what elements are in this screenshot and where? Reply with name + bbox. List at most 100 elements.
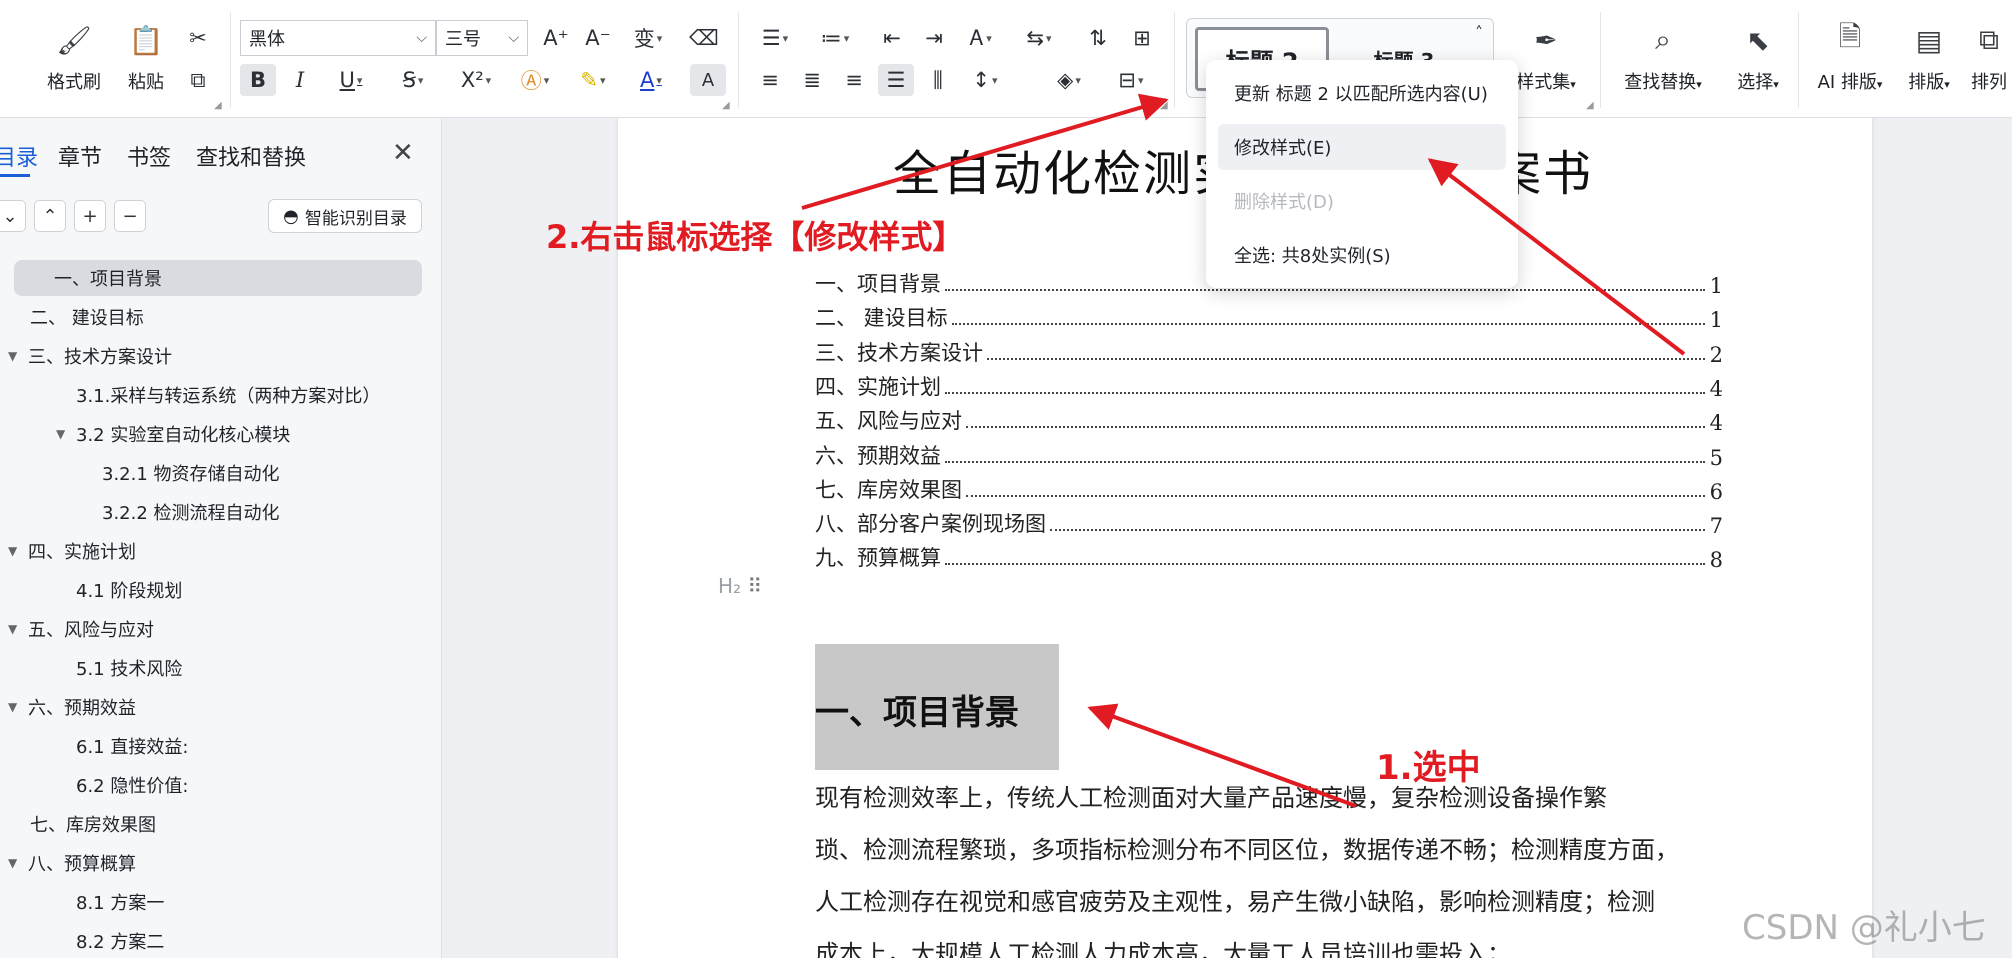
close-icon[interactable]: ✕ [392,138,414,168]
select-button[interactable]: ⬉ 选择▾ [1728,20,1788,100]
align-left-icon[interactable]: ≡ [752,64,788,96]
show-marks-icon[interactable]: ⊞ [1124,22,1160,54]
sort-icon[interactable]: ⇅ [1080,22,1116,54]
nav-toc-item[interactable]: 6.1 直接效益: [0,728,442,764]
paragraph-line[interactable]: 现有检测效率上，传统人工检测面对大量产品速度慢，复杂检测设备操作繁 [815,778,1727,813]
distribute-icon[interactable]: ⫼ [920,64,956,96]
nav-toc-item[interactable]: ▼ 3.2 实验室自动化核心模块 [0,416,442,452]
add-heading-icon[interactable]: + [74,200,106,232]
nav-toc-item[interactable]: ▼ 四、实施计划 [0,533,442,569]
document-toc-line[interactable]: 七、库房效果图 6 [815,470,1723,504]
paragraph-line[interactable]: 琐、检测流程繁琐，多项指标检测分布不同区位，数据传递不畅；检测精度方面， [815,830,1727,865]
italic-button[interactable]: I [282,64,318,96]
justify-icon[interactable]: ☰ [878,64,914,96]
nav-toc-item[interactable]: 6.2 隐性价值: [0,767,442,803]
nav-toc-item[interactable]: 4.1 阶段规划 [0,572,442,608]
shrink-font-button[interactable]: A⁻ [580,22,616,54]
decrease-indent-icon[interactable]: ⇤ [874,22,910,54]
borders-icon[interactable]: ⊟ ▾ [1108,64,1154,96]
tab-bookmarks[interactable]: 书签 [127,140,171,172]
select-all-instances-menu-item[interactable]: 全选: 共8处实例(S) [1218,232,1506,278]
heading-level-badge[interactable]: H₂ ⠿ [718,574,762,598]
nav-toc-item[interactable]: ▼ 五、风险与应对 [0,611,442,647]
document-toc-line[interactable]: 三、技术方案设计 2 [815,333,1723,367]
nav-toc-item[interactable]: 5.1 技术风险 [0,650,442,686]
heading-1-project-background[interactable]: 一、项目背景 [815,685,1019,734]
paragraph-line[interactable]: 成本上，大规模人工检测人力成本高，大量工人员培训也需投入； [815,934,1727,958]
nav-toc-item[interactable]: ▼ 六、预期效益 [0,689,442,725]
document-toc-line[interactable]: 六、预期效益 5 [815,436,1723,470]
clear-format-icon[interactable]: ⌫ [686,22,722,54]
document-toc-line[interactable]: 九、预算概算 8 [815,538,1723,572]
nav-toc-item[interactable]: 一、项目背景 [0,260,442,296]
align-right-icon[interactable]: ≡ [836,64,872,96]
drag-handle-icon[interactable]: ⠿ [747,574,762,598]
smart-toc-button[interactable]: ◓ 智能识别目录 [268,199,422,233]
expand-caret-icon[interactable]: ▼ [8,349,17,363]
tab-toc[interactable]: 目录 [0,140,38,172]
expand-caret-icon[interactable]: ▼ [8,700,17,714]
tab-chapters[interactable]: 章节 [58,140,102,172]
modify-style-menu-item[interactable]: 修改样式(E) [1218,124,1506,170]
promote-heading-icon[interactable]: ⌃ [34,200,66,232]
text-direction-icon[interactable]: Ꭺ ▾ [958,22,1004,54]
find-replace-button[interactable]: ⌕ 查找替换▾ [1618,20,1708,100]
expand-caret-icon[interactable]: ▼ [8,856,17,870]
nav-toc-item[interactable]: ▼ 八、预算概算 [0,845,442,881]
remove-heading-icon[interactable]: − [114,200,146,232]
ai-layout-button[interactable]: 🗎 AI 排版▾ [1812,20,1888,100]
nav-toc-item[interactable]: 3.2.1 物资存储自动化 [0,455,442,491]
expand-caret-icon[interactable]: ▼ [8,622,17,636]
copy-icon[interactable]: ⧉ [180,64,216,96]
font-launcher-icon[interactable]: ◢ [722,100,730,111]
format-painter-button[interactable]: 🖌 格式刷 [44,20,104,100]
expand-caret-icon[interactable]: ▼ [56,427,65,441]
clipboard-icon: 📋 [128,23,164,57]
numbered-list-icon[interactable]: ≔ ▾ [812,22,858,54]
bullet-list-icon[interactable]: ☰ ▾ [752,22,798,54]
document-toc-line[interactable]: 二、 建设目标 1 [815,298,1723,332]
update-style-menu-item[interactable]: 更新 标题 2 以匹配所选内容(U) [1218,70,1506,116]
nav-toc-item[interactable]: 8.1 方案一 [0,884,442,920]
nav-toc-item[interactable]: ▼ 三、技术方案设计 [0,338,442,374]
font-size-select[interactable]: 三号 ⌵ [436,20,528,56]
align-center-icon[interactable]: ≣ [794,64,830,96]
char-shading-button[interactable]: A [690,64,726,96]
expand-caret-icon[interactable]: ▼ [8,544,17,558]
paste-button[interactable]: 📋 粘贴 [116,20,176,100]
nav-toc-item[interactable]: 8.2 方案二 [0,923,442,958]
strikethrough-icon[interactable]: Ꞩ ▾ [390,64,436,96]
paragraph-launcher-icon[interactable]: ◢ [1160,100,1168,111]
font-name-select[interactable]: 黑体 ⌵ [240,20,436,56]
arrange-button[interactable]: ⧉ 排列 [1966,20,2012,100]
styles-launcher-icon[interactable]: ◢ [1586,100,1594,111]
document-toc-line[interactable]: 五、风险与应对 4 [815,401,1723,435]
collapse-all-icon[interactable]: ⌄ [0,200,26,232]
text-effect-icon[interactable]: Ⓐ ▾ [512,64,558,96]
nav-toc-item[interactable]: 3.2.2 检测流程自动化 [0,494,442,530]
gallery-scroll-up-icon[interactable]: ˄ [1475,23,1483,42]
paragraph-line[interactable]: 人工检测存在视觉和感官疲劳及主观性，易产生微小缺陷，影响检测精度；检测 [815,882,1727,917]
divider [1600,12,1601,108]
clipboard-launcher-icon[interactable]: ◢ [214,100,222,111]
cut-icon[interactable]: ✂ [180,22,216,54]
underline-button[interactable]: U ▾ [328,64,374,96]
increase-indent-icon[interactable]: ⇥ [916,22,952,54]
style-set-button[interactable]: ✒ 样式集▾ [1506,20,1586,100]
nav-toc-item[interactable]: 3.1.采样与转运系统（两种方案对比） [0,377,442,413]
highlight-icon[interactable]: ✎ ▾ [570,64,616,96]
document-toc-line[interactable]: 八、部分客户案例现场图 7 [815,504,1723,538]
line-spacing-icon[interactable]: ↕ ▾ [962,64,1008,96]
ltr-rtl-icon[interactable]: ⇆ ▾ [1016,22,1062,54]
layout-button[interactable]: ▤ 排版▾ [1902,20,1956,100]
nav-toc-item[interactable]: 七、库房效果图 [0,806,442,842]
document-toc-line[interactable]: 四、实施计划 4 [815,367,1723,401]
pinyin-button[interactable]: 变 ▾ [624,22,672,54]
superscript-button[interactable]: X² ▾ [452,64,500,96]
shading-fill-icon[interactable]: ◈ ▾ [1046,64,1092,96]
font-color-button[interactable]: A ▾ [628,64,674,96]
tab-find-replace[interactable]: 查找和替换 [196,140,306,172]
nav-toc-item[interactable]: 二、 建设目标 [0,299,442,335]
bold-button[interactable]: B [240,64,276,96]
grow-font-button[interactable]: A⁺ [538,22,574,54]
